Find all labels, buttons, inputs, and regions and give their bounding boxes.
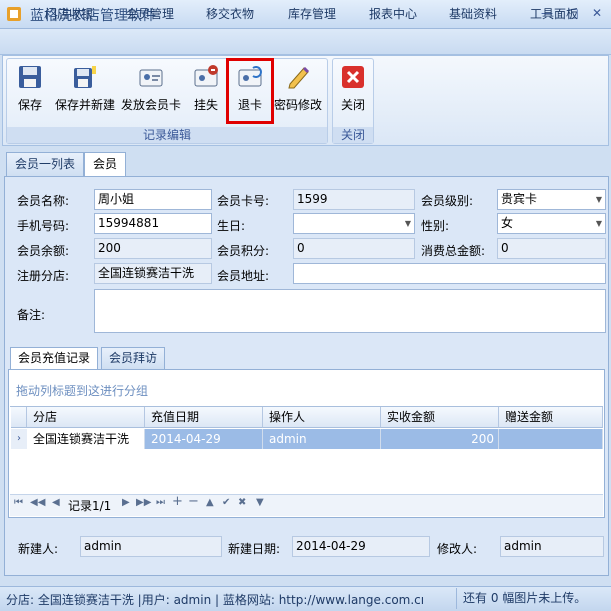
chevron-down-icon[interactable]: ▼: [596, 214, 602, 233]
gender-label: 性别:: [421, 219, 450, 233]
ribbon-group-close-label: 关闭: [333, 127, 373, 143]
close-button[interactable]: 关闭: [338, 64, 368, 114]
save-and-new-button-label: 保存并新建: [54, 98, 115, 112]
nav-prev-icon[interactable]: ◀: [52, 497, 60, 508]
menu-tab-cashier[interactable]: 门店收银: [45, 5, 93, 23]
save-button-label: 保存: [17, 98, 42, 112]
card-lost-icon: [194, 65, 218, 87]
nav-record-text: 记录1/1: [68, 499, 112, 513]
close-red-icon: [342, 66, 364, 88]
total-spend-label: 消费总金额:: [421, 244, 486, 258]
report-loss-button[interactable]: 挂失: [190, 64, 222, 114]
tab-member-list[interactable]: 会员一列表: [6, 152, 85, 176]
report-loss-button-label: 挂失: [193, 98, 218, 112]
creator-field: admin: [80, 536, 222, 557]
total-spend-field: 0: [497, 238, 606, 259]
gender-select[interactable]: 女 ▼: [497, 213, 606, 234]
tab-recharge-records[interactable]: 会员充值记录: [10, 347, 99, 370]
change-password-button[interactable]: 密码修改: [272, 64, 324, 114]
chevron-down-icon[interactable]: ▼: [405, 214, 411, 233]
chevron-down-icon[interactable]: ▼: [596, 190, 602, 209]
created-date-field: 2014-04-29: [292, 536, 430, 557]
tab-member[interactable]: 会员: [84, 152, 127, 177]
nav-down-icon[interactable]: ▼: [256, 497, 264, 508]
tab-member-visits[interactable]: 会员拜访: [101, 347, 166, 369]
nav-prev-page-icon[interactable]: ◀◀: [30, 497, 45, 508]
close-button-label: 关闭: [340, 98, 365, 112]
menu-tab-transfer[interactable]: 移交衣物: [206, 5, 254, 23]
balance-label: 会员余额:: [17, 244, 70, 258]
modifier-label: 修改人:: [437, 542, 478, 556]
member-address-input[interactable]: [293, 263, 606, 284]
nav-last-icon[interactable]: ⏭: [156, 497, 165, 508]
menu-bar: [0, 29, 611, 55]
register-branch-label: 注册分店:: [17, 269, 70, 283]
created-date-label: 新建日期:: [228, 542, 281, 556]
menu-tab-inventory[interactable]: 库存管理: [288, 5, 336, 23]
column-header-operator[interactable]: 操作人: [263, 407, 381, 428]
menu-tab-tools[interactable]: 工具面板: [530, 5, 578, 23]
menu-tab-member[interactable]: 会员管理: [126, 5, 174, 23]
member-name-input[interactable]: 周小姐: [94, 189, 212, 210]
highlight-annotation-box: [226, 58, 274, 124]
menu-tab-reports[interactable]: 报表中心: [369, 5, 417, 23]
card-no-label: 会员卡号:: [217, 194, 270, 208]
pencil-icon: [288, 66, 310, 89]
birthday-date-picker[interactable]: ▼: [293, 213, 415, 234]
issue-member-card-button[interactable]: 发放会员卡: [120, 64, 182, 114]
phone-input[interactable]: 15994881: [94, 213, 212, 234]
notes-label: 备注:: [17, 308, 46, 322]
close-icon[interactable]: ✕: [586, 4, 608, 22]
status-info: 分店: 全国连锁赛洁干洗 |用户: admin | 蓝格网站: http://w…: [6, 593, 425, 607]
column-header-bonus-amount[interactable]: 赠送金额: [499, 407, 603, 428]
balance-field: 200: [94, 238, 212, 259]
gender-value: 女: [501, 216, 514, 230]
table-row-cell-branch[interactable]: 全国连锁赛洁干洗: [27, 429, 145, 449]
member-address-label: 会员地址:: [217, 269, 270, 283]
row-indicator-icon: ›: [11, 429, 27, 449]
table-row-cell-operator[interactable]: admin: [263, 429, 381, 449]
member-level-select[interactable]: 贵宾卡 ▼: [497, 189, 606, 210]
points-label: 会员积分:: [217, 244, 270, 258]
phone-label: 手机号码:: [17, 219, 70, 233]
grid-corner: [11, 407, 27, 428]
save-and-new-button[interactable]: 保存并新建: [54, 64, 116, 114]
nav-next-page-icon[interactable]: ▶▶: [136, 497, 151, 508]
notes-textarea[interactable]: [94, 289, 606, 333]
issue-member-card-button-label: 发放会员卡: [120, 98, 181, 112]
nav-remove-icon[interactable]: −: [188, 494, 199, 509]
modifier-field: admin: [500, 536, 604, 557]
floppy-new-icon: [74, 66, 96, 88]
nav-cancel-icon[interactable]: ✖: [238, 497, 246, 508]
column-header-branch[interactable]: 分店: [27, 407, 145, 428]
column-header-recharge-date[interactable]: 充值日期: [145, 407, 263, 428]
card-no-field: 1599: [293, 189, 415, 210]
save-button[interactable]: 保存: [12, 64, 48, 114]
nav-first-icon[interactable]: ⏮: [14, 497, 23, 508]
table-row-cell-date[interactable]: 2014-04-29: [145, 429, 263, 449]
member-level-value: 贵宾卡: [501, 192, 538, 206]
table-row-cell-bonus[interactable]: [499, 429, 603, 449]
member-card-icon: [139, 69, 163, 87]
group-by-hint: 拖动列标题到这进行分组: [16, 384, 149, 398]
floppy-disk-icon: [19, 66, 41, 88]
points-field: 0: [293, 238, 415, 259]
status-upload-info: 还有 0 幅图片未上传。: [456, 588, 609, 609]
member-name-label: 会员名称:: [17, 194, 70, 208]
change-password-button-label: 密码修改: [273, 98, 322, 112]
register-branch-field: 全国连锁赛洁干洗: [94, 263, 212, 284]
table-row-cell-paid[interactable]: 200: [381, 429, 499, 449]
ribbon-group-edit-label: 记录编辑: [7, 127, 327, 143]
menu-tab-basic-data[interactable]: 基础资料: [449, 5, 497, 23]
member-level-label: 会员级别:: [421, 194, 474, 208]
nav-next-icon[interactable]: ▶: [122, 497, 130, 508]
nav-check-icon[interactable]: ✔: [222, 497, 230, 508]
column-header-paid-amount[interactable]: 实收金额: [381, 407, 499, 428]
app-logo-icon: [7, 7, 21, 21]
nav-up-icon[interactable]: ▲: [206, 497, 214, 508]
nav-add-icon[interactable]: +: [172, 494, 183, 509]
birthday-label: 生日:: [217, 219, 246, 233]
creator-label: 新建人:: [18, 542, 59, 556]
